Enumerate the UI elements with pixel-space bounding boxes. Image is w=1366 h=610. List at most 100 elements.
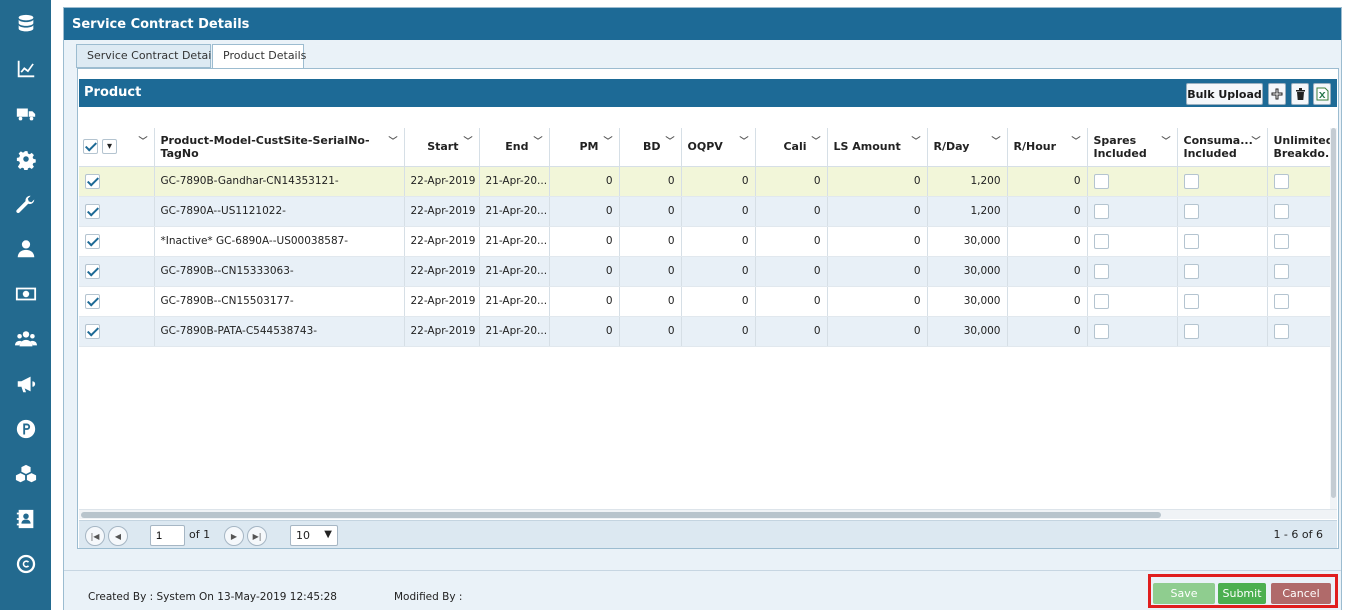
chevron-down-icon[interactable]: ﹀ (533, 136, 542, 149)
col-oqpv[interactable]: OQPV ﹀ (681, 128, 756, 167)
database-icon[interactable] (0, 9, 51, 39)
col-spares-included[interactable]: Spares Included ﹀ (1087, 128, 1178, 167)
col-r-day[interactable]: R/Day ﹀ (927, 128, 1008, 167)
row-checkbox[interactable] (1183, 323, 1199, 339)
first-page-icon[interactable]: |◀ (85, 526, 105, 546)
consumables-included-cell (1177, 166, 1268, 197)
cubes-icon[interactable] (0, 459, 51, 489)
product-grid: ▾ ﹀ Product-Model-CustSite-SerialNo-TagNo… (79, 128, 1332, 347)
table-row[interactable]: *Inactive* GC-6890A--US00038587- 22-Apr-2… (79, 226, 1332, 257)
scrollbar-thumb[interactable] (81, 512, 1161, 518)
tab-service-contract-details[interactable]: Service Contract Details (76, 44, 220, 68)
chevron-down-icon[interactable]: ﹀ (991, 136, 1000, 149)
row-checkbox[interactable] (1093, 293, 1109, 309)
ls-amount-cell: 0 (827, 226, 928, 257)
col-consumables-included[interactable]: Consuma... Included ﹀ (1177, 128, 1268, 167)
chevron-down-icon[interactable]: ﹀ (603, 136, 612, 149)
chevron-down-icon[interactable]: ﹀ (1251, 136, 1260, 149)
truck-icon[interactable] (0, 99, 51, 129)
page-number-input[interactable] (150, 525, 185, 546)
tab-product-details[interactable]: Product Details (212, 44, 306, 69)
chevron-down-icon[interactable]: ﹀ (739, 136, 748, 149)
select-menu-icon[interactable]: ▾ (102, 139, 117, 155)
row-checkbox[interactable] (1273, 263, 1289, 279)
row-checkbox[interactable] (1183, 203, 1199, 219)
horizontal-scrollbar[interactable] (79, 509, 1337, 519)
add-icon[interactable] (1268, 83, 1286, 105)
highlight-box (1148, 574, 1338, 608)
parking-icon[interactable] (0, 414, 51, 444)
chevron-down-icon[interactable]: ﹀ (138, 136, 147, 149)
col-start[interactable]: Start ﹀ (404, 128, 480, 167)
col-pm[interactable]: PM ﹀ (549, 128, 620, 167)
scrollbar-thumb[interactable] (1331, 128, 1336, 498)
row-checkbox[interactable] (1273, 293, 1289, 309)
chevron-down-icon[interactable]: ﹀ (463, 136, 472, 149)
row-checkbox[interactable] (85, 263, 100, 279)
delete-icon[interactable] (1291, 83, 1309, 105)
next-page-icon[interactable]: ▶ (224, 526, 244, 546)
cali-cell: 0 (755, 196, 828, 227)
row-checkbox[interactable] (1183, 173, 1199, 189)
col-unlimited-breakdown[interactable]: Unlimited Breakdo... (1267, 128, 1332, 167)
end-cell: 21-Apr-20... (479, 196, 550, 227)
col-r-hour[interactable]: R/Hour ﹀ (1007, 128, 1088, 167)
chevron-down-icon[interactable]: ﹀ (665, 136, 674, 149)
chevron-down-icon[interactable]: ﹀ (811, 136, 820, 149)
megaphone-icon[interactable] (0, 369, 51, 399)
col-cali[interactable]: Cali ﹀ (755, 128, 828, 167)
prev-page-icon[interactable]: ◀ (108, 526, 128, 546)
row-checkbox[interactable] (1183, 233, 1199, 249)
row-checkbox[interactable] (1093, 203, 1109, 219)
chevron-down-icon[interactable]: ﹀ (1161, 136, 1170, 149)
row-checkbox[interactable] (1093, 173, 1109, 189)
row-checkbox[interactable] (1183, 293, 1199, 309)
row-checkbox[interactable] (85, 203, 100, 219)
product-panel: Product Bulk Upload ▾ ﹀ Product-Model-Cus… (77, 68, 1339, 549)
address-book-icon[interactable] (0, 504, 51, 534)
col-product[interactable]: Product-Model-CustSite-SerialNo-TagNo ﹀ (154, 128, 405, 167)
page-of-label: of 1 (189, 528, 211, 541)
bulk-upload-button[interactable]: Bulk Upload (1186, 83, 1263, 105)
row-checkbox[interactable] (1273, 203, 1289, 219)
col-ls-amount[interactable]: LS Amount ﹀ (827, 128, 928, 167)
row-checkbox[interactable] (1273, 233, 1289, 249)
row-checkbox[interactable] (1273, 323, 1289, 339)
start-cell: 22-Apr-2019 (404, 226, 480, 257)
table-row[interactable]: GC-7890A--US1121022- 22-Apr-2019 21-Apr-20… (79, 196, 1332, 227)
row-checkbox[interactable] (85, 233, 100, 249)
modified-by-text: Modified By : (394, 591, 463, 603)
row-checkbox[interactable] (1093, 233, 1109, 249)
row-checkbox[interactable] (85, 173, 100, 189)
col-end[interactable]: End ﹀ (479, 128, 550, 167)
vertical-scrollbar[interactable] (1330, 128, 1337, 509)
wrench-icon[interactable] (0, 190, 51, 220)
table-row[interactable]: GC-7890B-PATA-C544538743- 22-Apr-2019 21-A… (79, 316, 1332, 347)
select-all-checkbox[interactable] (83, 139, 98, 155)
spares-included-cell (1087, 226, 1178, 257)
pm-cell: 0 (549, 286, 620, 317)
copyright-icon[interactable] (0, 549, 51, 579)
page-size-select[interactable]: 10 ▼ (290, 525, 338, 546)
row-checkbox[interactable] (1093, 263, 1109, 279)
users-icon[interactable] (0, 324, 51, 354)
row-checkbox[interactable] (1093, 323, 1109, 339)
chevron-down-icon[interactable]: ﹀ (1071, 136, 1080, 149)
table-row[interactable]: GC-7890B--CN15333063- 22-Apr-2019 21-Apr-2… (79, 256, 1332, 287)
user-icon[interactable] (0, 234, 51, 264)
col-bd[interactable]: BD ﹀ (619, 128, 682, 167)
start-cell: 22-Apr-2019 (404, 166, 480, 197)
table-row[interactable]: GC-7890B--CN15503177- 22-Apr-2019 21-Apr-2… (79, 286, 1332, 317)
chevron-down-icon[interactable]: ﹀ (911, 136, 920, 149)
gear-icon[interactable] (0, 144, 51, 174)
chart-line-icon[interactable] (0, 54, 51, 84)
excel-export-icon[interactable] (1313, 83, 1331, 105)
row-checkbox[interactable] (1183, 263, 1199, 279)
row-checkbox[interactable] (1273, 173, 1289, 189)
row-checkbox[interactable] (85, 293, 100, 309)
row-checkbox[interactable] (85, 323, 100, 339)
last-page-icon[interactable]: ▶| (247, 526, 267, 546)
money-icon[interactable] (0, 279, 51, 309)
table-row[interactable]: GC-7890B-Gandhar-CN14353121- 22-Apr-2019 2… (79, 166, 1332, 197)
chevron-down-icon[interactable]: ﹀ (388, 136, 397, 149)
